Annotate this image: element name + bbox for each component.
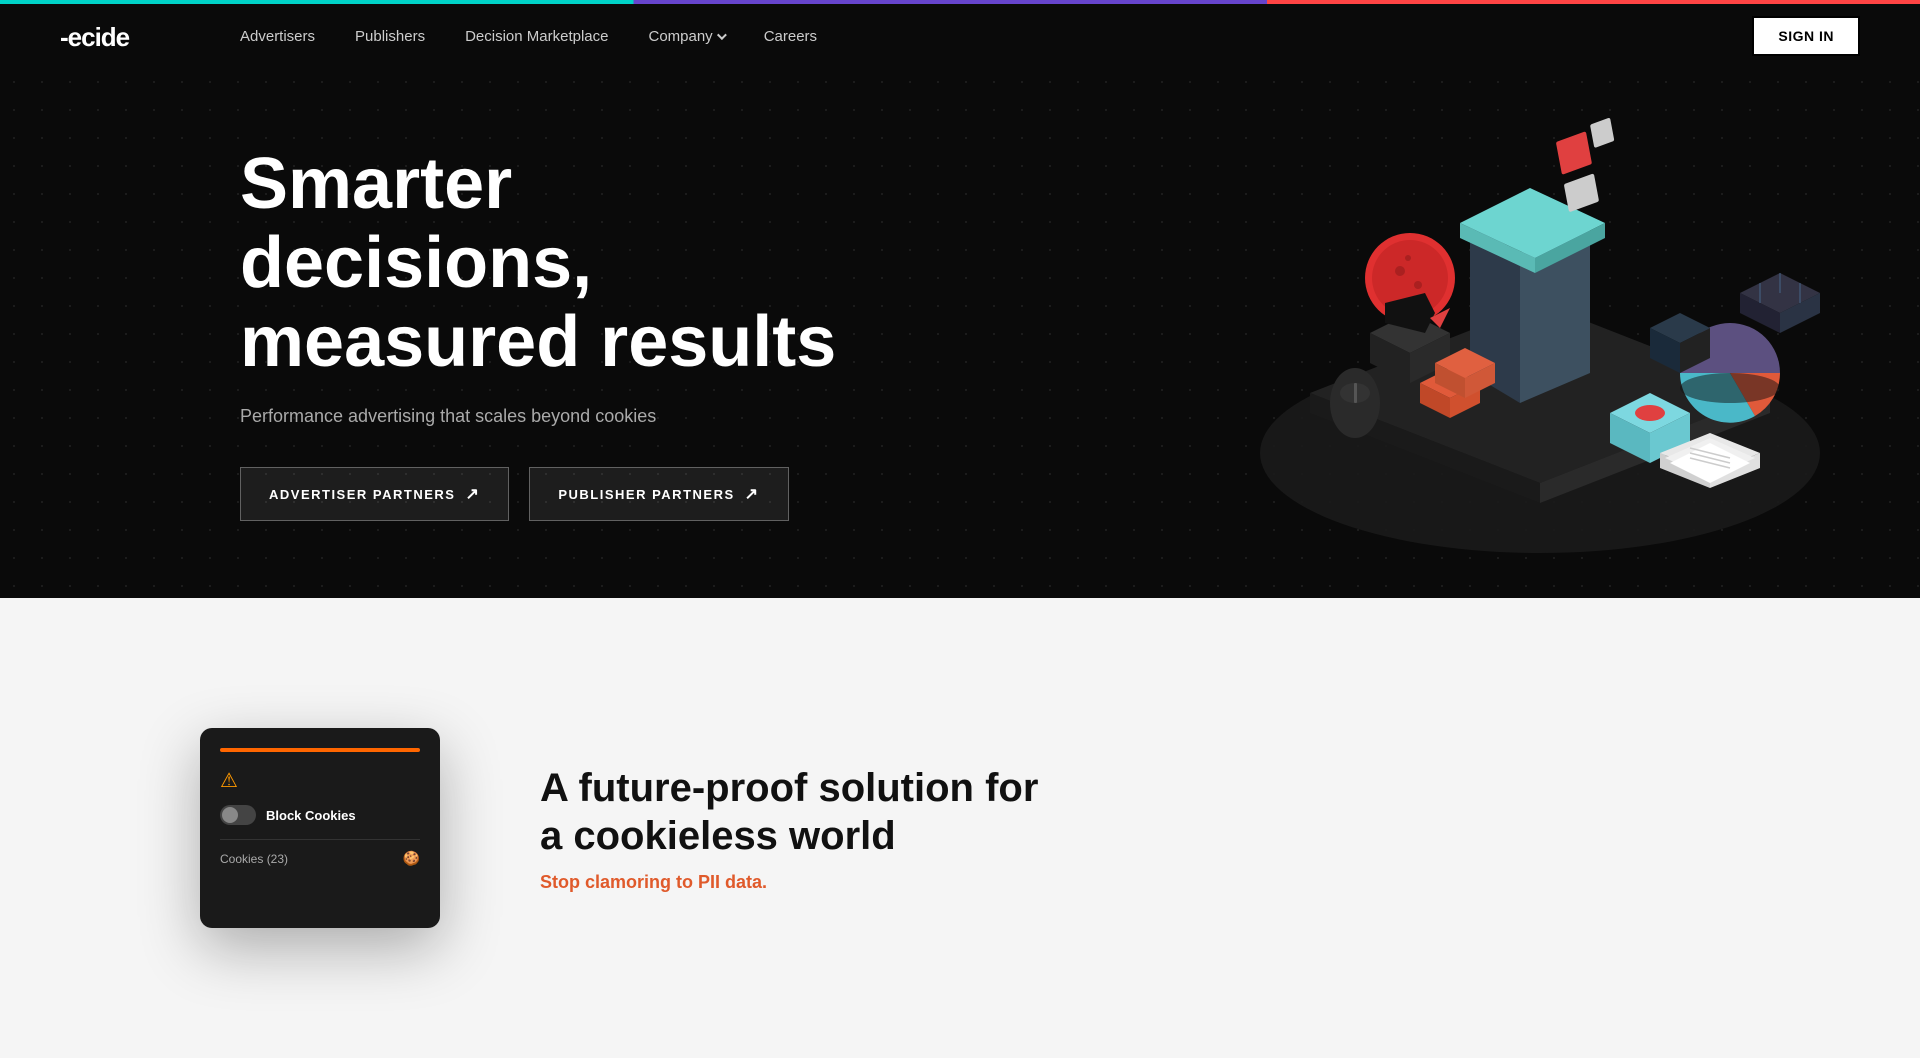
section-heading: A future-proof solution fora cookieless … (540, 764, 1720, 860)
sign-in-button[interactable]: SIGN IN (1752, 16, 1860, 56)
warning-icon: ⚠ (220, 768, 420, 793)
cookies-count-label: Cookies (23) (220, 852, 288, 866)
chevron-down-icon (717, 30, 727, 40)
nav-links: Advertisers Publishers Decision Marketpl… (240, 28, 1752, 45)
iso-scene-svg (1210, 93, 1860, 573)
hero-subtitle: Performance advertising that scales beyo… (240, 406, 840, 427)
nav-advertisers[interactable]: Advertisers (240, 28, 315, 45)
nav-decision-marketplace[interactable]: Decision Marketplace (465, 28, 608, 45)
section-cookieless: ⚠ Block Cookies Cookies (23) 🍪 A future-… (0, 598, 1920, 1058)
advertiser-partners-button[interactable]: ADVERTISER PARTNERS ↗ (240, 467, 509, 521)
hero-content: Smarter decisions, measured results Perf… (240, 145, 840, 522)
hero-title: Smarter decisions, measured results (240, 145, 840, 383)
cookies-row: Cookies (23) 🍪 (220, 850, 420, 867)
logo-svg: -ecide (60, 20, 180, 52)
logo[interactable]: -ecide (60, 20, 180, 52)
cookie-mockup: ⚠ Block Cookies Cookies (23) 🍪 (200, 728, 440, 928)
toggle-switch[interactable] (220, 805, 256, 825)
nav-publishers[interactable]: Publishers (355, 28, 425, 45)
section-text: A future-proof solution fora cookieless … (540, 764, 1720, 893)
arrow-icon: ↗ (745, 484, 760, 504)
hero-illustration (1210, 93, 1860, 573)
arrow-icon: ↗ (465, 484, 480, 504)
block-cookies-label: Block Cookies (266, 808, 356, 823)
mockup-divider (220, 839, 420, 840)
hero-buttons: ADVERTISER PARTNERS ↗ PUBLISHER PARTNERS… (240, 467, 840, 521)
nav-company[interactable]: Company (648, 28, 723, 45)
section-highlight: Stop clamoring to PII data. (540, 872, 1720, 893)
navbar: -ecide Advertisers Publishers Decision M… (0, 4, 1920, 68)
publisher-partners-button[interactable]: PUBLISHER PARTNERS ↗ (529, 467, 788, 521)
cookie-icon: 🍪 (403, 850, 420, 867)
block-cookies-row: Block Cookies (220, 805, 420, 825)
mockup-warning-bar (220, 748, 420, 752)
svg-text:-ecide: -ecide (60, 22, 130, 52)
hero-section: Smarter decisions, measured results Perf… (0, 68, 1920, 598)
nav-careers[interactable]: Careers (764, 28, 817, 45)
